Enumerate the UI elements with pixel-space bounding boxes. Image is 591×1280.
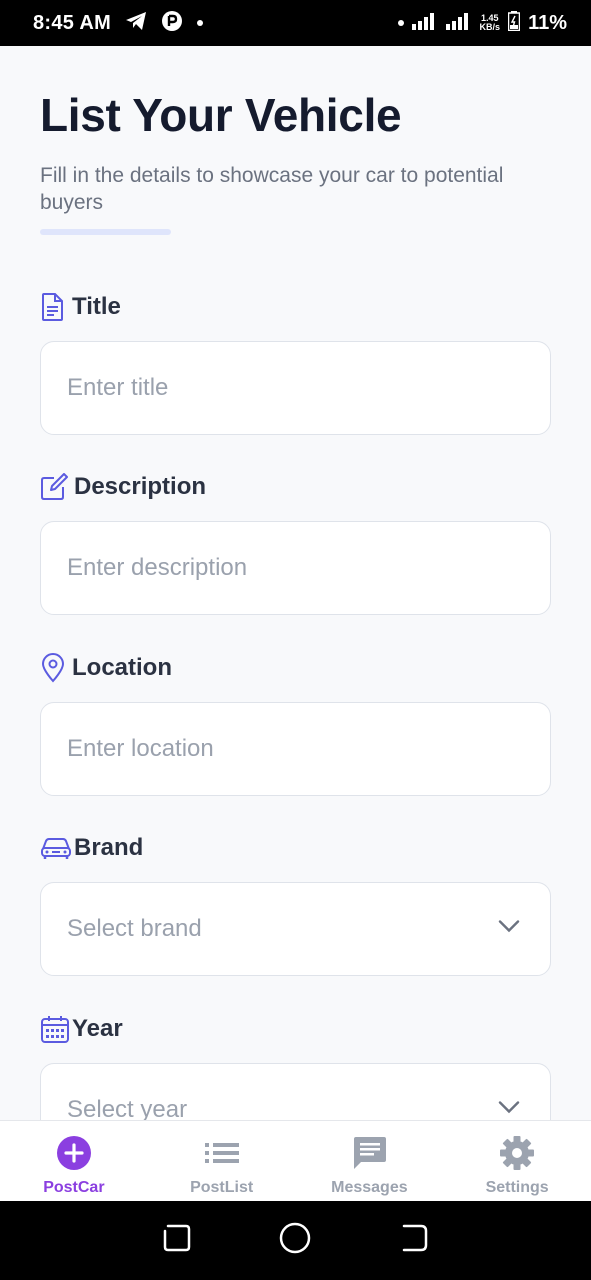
nav-item-settings[interactable]: Settings (443, 1121, 591, 1201)
telegram-icon (125, 11, 147, 36)
bottom-nav: PostCar PostList Messages Settings (0, 1120, 591, 1201)
location-label: Location (40, 653, 172, 683)
title-underline (40, 229, 171, 235)
list-icon (204, 1135, 239, 1171)
calendar-icon (40, 1014, 70, 1044)
chevron-down-icon (498, 920, 520, 939)
brand-label-text: Brand (74, 834, 144, 861)
title-placeholder: Enter title (67, 374, 169, 401)
notification-dot (197, 20, 204, 26)
home-icon[interactable] (279, 1222, 311, 1259)
brand-label: Brand (40, 834, 143, 862)
year-label: Year (40, 1014, 123, 1044)
recent-apps-icon[interactable] (162, 1223, 192, 1258)
nav-label-settings: Settings (485, 1179, 549, 1196)
nav-item-postlist[interactable]: PostList (148, 1121, 296, 1201)
description-placeholder: Enter description (67, 554, 248, 581)
brand-placeholder: Select brand (67, 915, 202, 942)
system-nav-bar (0, 1201, 591, 1280)
battery-icon (507, 10, 521, 36)
title-label: Title (40, 292, 121, 322)
description-label-text: Description (74, 473, 207, 500)
nav-item-messages[interactable]: Messages (296, 1121, 444, 1201)
nav-label-postlist: PostList (190, 1179, 254, 1196)
plus-circle-icon (56, 1135, 92, 1171)
status-time: 8:45 AM (33, 11, 112, 34)
title-label-text: Title (72, 293, 121, 320)
map-pin-icon (40, 653, 66, 683)
nav-label-messages: Messages (331, 1179, 408, 1196)
nav-label-postcar: PostCar (43, 1179, 105, 1196)
edit-icon (40, 473, 68, 501)
page-subtitle: Fill in the details to showcase your car… (40, 164, 504, 214)
app-notification-icon (161, 10, 183, 37)
signal-icon-2 (445, 12, 472, 35)
network-speed: 1.45 KB/s (479, 13, 501, 32)
year-placeholder: Select year (67, 1096, 188, 1120)
page-title: List Your Vehicle (40, 89, 402, 141)
message-icon (351, 1135, 387, 1171)
car-icon (40, 835, 72, 861)
battery-percent: 11% (528, 11, 567, 34)
gear-icon (499, 1135, 535, 1171)
nav-item-postcar[interactable]: PostCar (0, 1121, 148, 1201)
year-label-text: Year (72, 1015, 123, 1042)
location-placeholder: Enter location (67, 735, 214, 762)
brand-select[interactable]: Select brand (40, 882, 551, 976)
chevron-down-icon (498, 1101, 520, 1120)
post-car-form: List Your Vehicle Fill in the details to… (0, 46, 591, 1120)
location-input[interactable]: Enter location (40, 702, 551, 796)
description-label: Description (40, 473, 206, 501)
title-input[interactable]: Enter title (40, 341, 551, 435)
signal-icon-1 (411, 12, 438, 35)
description-input[interactable]: Enter description (40, 521, 551, 615)
back-icon[interactable] (399, 1223, 429, 1258)
status-dot (397, 20, 404, 26)
document-icon (40, 292, 66, 322)
year-select[interactable]: Select year (40, 1063, 551, 1120)
status-bar: 8:45 AM 1.45 KB/s 11% (0, 0, 591, 46)
location-label-text: Location (72, 654, 172, 681)
